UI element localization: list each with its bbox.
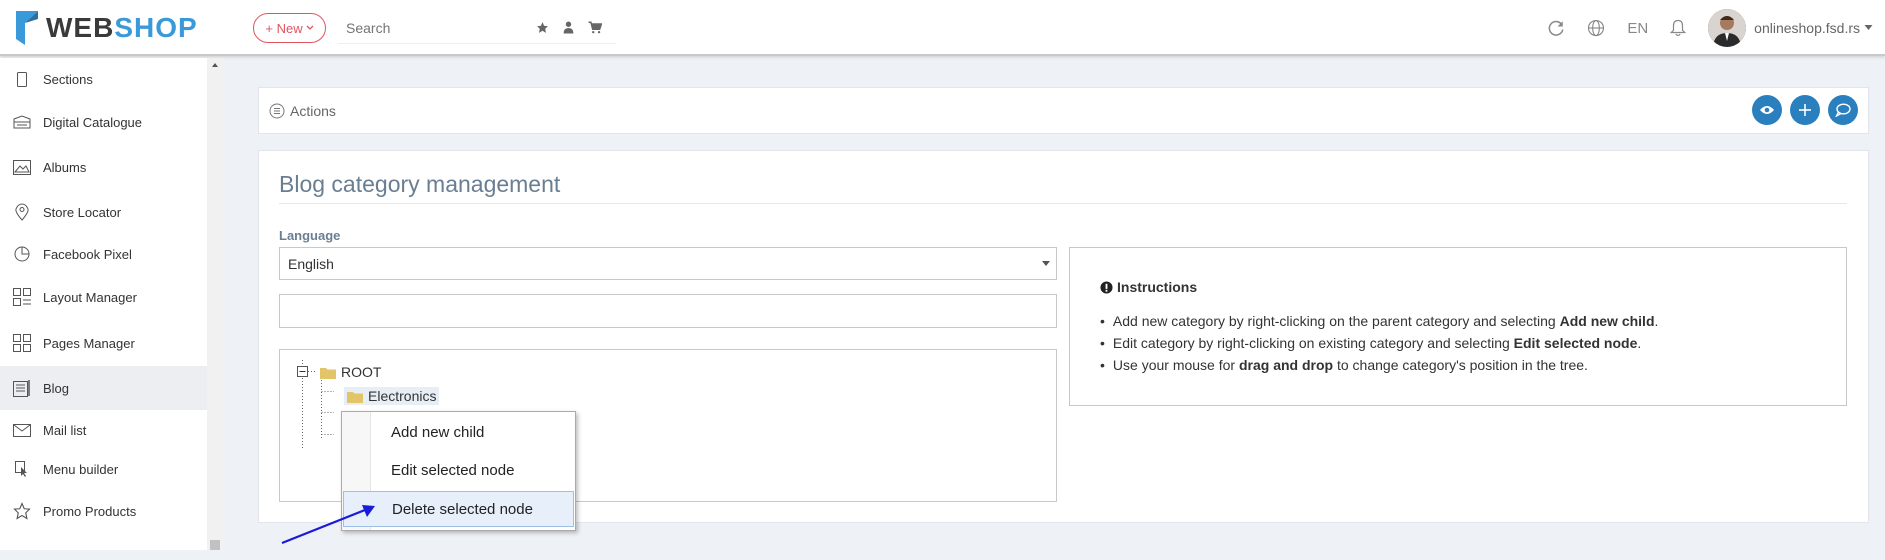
- scroll-up-icon[interactable]: [207, 58, 223, 72]
- sidebar-item-promo-products[interactable]: Promo Products: [0, 488, 207, 534]
- catalogue-icon: [12, 112, 32, 132]
- webshop-logo[interactable]: WEBSHOP: [14, 8, 198, 48]
- actions-bar: Actions: [258, 87, 1869, 134]
- folder-icon: [347, 391, 363, 403]
- tree-node-label: ROOT: [341, 364, 382, 380]
- chat-bubble-icon: [1835, 103, 1851, 117]
- top-bar: WEBSHOP + New EN onlineshop.fsd.rs: [0, 0, 1885, 56]
- new-button[interactable]: + New: [253, 13, 326, 43]
- layout-icon: [12, 287, 32, 307]
- page-title: Blog category management: [279, 171, 561, 197]
- sidebar-item-mail-list[interactable]: Mail list: [0, 410, 207, 450]
- sidebar-item-label: Pages Manager: [43, 335, 135, 351]
- refresh-icon[interactable]: [1547, 19, 1565, 37]
- tree-filter-input[interactable]: [279, 294, 1057, 328]
- blog-icon: [12, 378, 32, 398]
- actions-label: Actions: [290, 102, 336, 119]
- sidebar-item-label: Store Locator: [43, 204, 122, 220]
- actions-toggle[interactable]: Actions: [269, 103, 336, 119]
- logo-text-shop: SHOP: [114, 12, 198, 43]
- sidebar-item-label: Layout Manager: [43, 289, 137, 305]
- tablet-icon: [12, 69, 32, 89]
- sidebar-item-label: Facebook Pixel: [43, 246, 132, 262]
- instructions-box: Instructions Add new category by right-c…: [1069, 247, 1847, 406]
- star-icon[interactable]: [536, 21, 549, 34]
- map-pin-icon: [12, 202, 32, 222]
- sidebar-item-label: Menu builder: [43, 461, 119, 477]
- plus-icon: [1799, 104, 1811, 116]
- mail-icon: [12, 420, 32, 440]
- image-icon: [12, 157, 32, 177]
- sidebar-item-facebook-pixel[interactable]: Facebook Pixel: [0, 234, 207, 274]
- caret-down-icon: [1864, 25, 1873, 30]
- search-input[interactable]: [338, 19, 528, 36]
- bell-icon[interactable]: [1670, 19, 1687, 37]
- sidebar: Sections Digital Catalogue Albums Store …: [0, 58, 207, 550]
- cursor-icon: [12, 459, 32, 479]
- language-switch[interactable]: EN: [1627, 20, 1648, 37]
- sidebar-item-store-locator[interactable]: Store Locator: [0, 190, 207, 234]
- tree-node-electronics[interactable]: Electronics: [344, 387, 440, 405]
- tree-node-root[interactable]: ROOT: [320, 364, 381, 380]
- sidebar-item-label: Albums: [43, 159, 87, 175]
- preview-button[interactable]: [1752, 95, 1782, 125]
- sidebar-item-label: Promo Products: [43, 503, 137, 519]
- sidebar-scrollbar[interactable]: [207, 58, 223, 550]
- add-button[interactable]: [1790, 95, 1820, 125]
- instructions-list: Add new category by right-clicking on th…: [1100, 310, 1658, 376]
- caret-down-icon: [1042, 261, 1050, 266]
- pages-icon: [12, 333, 32, 353]
- eye-icon: [1760, 106, 1774, 114]
- sidebar-item-label: Blog: [43, 380, 70, 396]
- user-icon[interactable]: [563, 21, 574, 34]
- sidebar-item-albums[interactable]: Albums: [0, 144, 207, 190]
- pie-chart-icon: [12, 244, 32, 264]
- sidebar-item-blog[interactable]: Blog: [0, 366, 207, 410]
- star-icon: [12, 501, 32, 521]
- sidebar-item-layout-manager[interactable]: Layout Manager: [0, 274, 207, 320]
- context-add-new-child[interactable]: Add new child: [343, 414, 574, 450]
- user-menu[interactable]: onlineshop.fsd.rs: [1754, 20, 1873, 36]
- globe-icon[interactable]: [1587, 19, 1605, 37]
- user-name: onlineshop.fsd.rs: [1754, 20, 1860, 36]
- logo-flag-icon: [16, 11, 38, 45]
- sidebar-item-pages-manager[interactable]: Pages Manager: [0, 320, 207, 366]
- sidebar-item-label: Sections: [43, 71, 93, 87]
- context-edit-selected-node[interactable]: Edit selected node: [343, 452, 574, 488]
- new-button-label: + New: [265, 20, 303, 36]
- list-menu-icon: [269, 103, 285, 118]
- instructions-title-text: Instructions: [1117, 279, 1198, 295]
- comment-button[interactable]: [1828, 95, 1858, 125]
- logo-text-web: WEB: [46, 12, 115, 43]
- search-bar: [338, 12, 616, 44]
- language-label: Language: [279, 228, 341, 243]
- avatar[interactable]: [1708, 9, 1747, 47]
- list-item: Edit category by right-clicking on exist…: [1100, 332, 1658, 354]
- list-item: Use your mouse for drag and drop to chan…: [1100, 354, 1658, 376]
- scrollbar-thumb[interactable]: [210, 540, 220, 550]
- sidebar-item-menu-builder[interactable]: Menu builder: [0, 450, 207, 488]
- language-select[interactable]: English: [279, 247, 1057, 280]
- language-select-value: English: [288, 255, 334, 272]
- title-divider: [279, 203, 1847, 204]
- tree-node-label: Electronics: [368, 388, 437, 404]
- sidebar-item-digital-catalogue[interactable]: Digital Catalogue: [0, 100, 207, 144]
- sidebar-item-label: Digital Catalogue: [43, 114, 143, 130]
- chevron-down-icon: [306, 25, 314, 30]
- sidebar-item-label: Mail list: [43, 422, 87, 438]
- folder-icon: [320, 367, 336, 379]
- cart-icon[interactable]: [588, 21, 602, 34]
- sidebar-item-sections[interactable]: Sections: [0, 58, 207, 100]
- instructions-title: Instructions: [1100, 279, 1197, 295]
- list-item: Add new category by right-clicking on th…: [1100, 310, 1658, 332]
- exclamation-circle-icon: [1100, 280, 1113, 294]
